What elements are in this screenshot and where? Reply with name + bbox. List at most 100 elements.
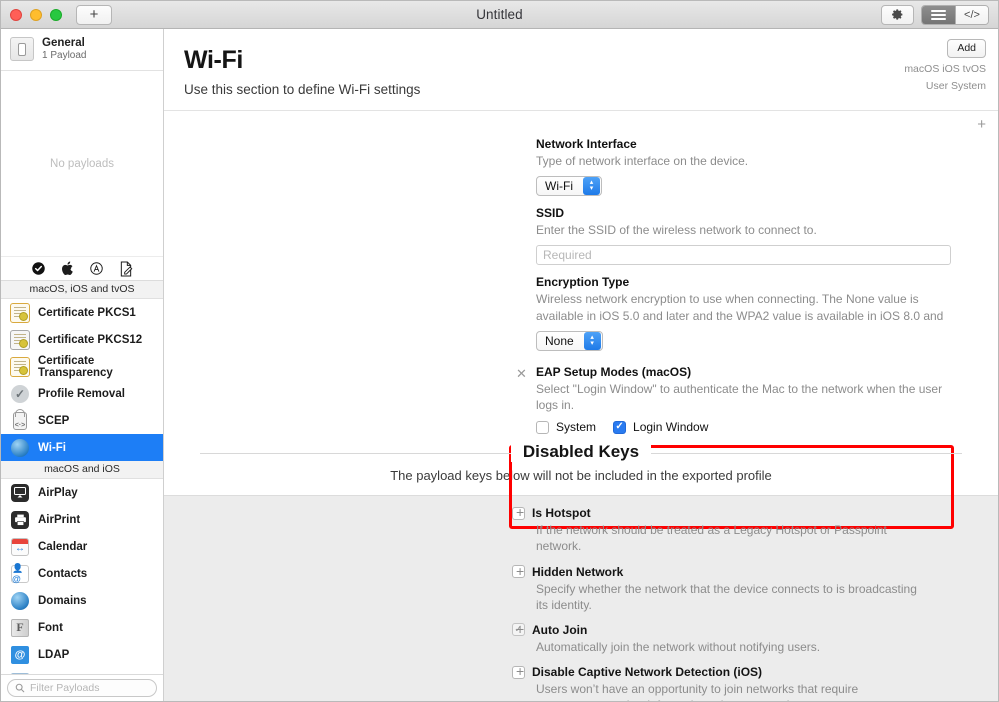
toolbar-right: </> [881, 4, 998, 25]
field-label: Network Interface [536, 137, 637, 151]
general-title: General [42, 37, 85, 49]
sidebar-item-airprint[interactable]: AirPrint [1, 506, 163, 533]
sidebar-item-label: Font [38, 621, 63, 634]
sidebar-item-label: AirPrint [38, 513, 81, 526]
disabled-key-name: Hidden Network [532, 564, 624, 579]
ssid-placeholder: Required [543, 248, 592, 263]
eap-system-checkbox[interactable] [536, 420, 549, 434]
eap-login-window-checkbox[interactable] [613, 420, 627, 434]
window-title: Untitled [476, 7, 523, 22]
sidebar-item-label: Calendar [38, 540, 88, 553]
section-header: Wi-Fi Use this section to define Wi-Fi s… [164, 29, 998, 111]
maximize-window-button[interactable] [50, 8, 62, 21]
network-interface-select[interactable]: Wi-Fi ▴ ▾ [536, 176, 602, 197]
sidebar-item-font[interactable]: F Font [1, 614, 163, 641]
sidebar-item-scep[interactable]: <·> SCEP [1, 407, 163, 434]
airplay-icon [10, 483, 30, 503]
field-description: Select "Login Window" to authenticate th… [536, 381, 943, 412]
sidebar-item-profile-removal[interactable]: ✓ Profile Removal [1, 380, 163, 407]
page-subtitle: Use this section to define Wi-Fi setting… [184, 82, 421, 97]
close-window-button[interactable] [10, 8, 22, 21]
sidebar-item-airplay[interactable]: AirPlay [1, 479, 163, 506]
sidebar-item-general[interactable]: General 1 Payload [1, 29, 163, 71]
disabled-key-row: + Auto Join Automatically join the netwo… [164, 613, 998, 655]
field-ssid: SSID Enter the SSID of the wireless netw… [164, 206, 998, 266]
list-view-icon[interactable] [922, 5, 955, 24]
disabled-key-description: Specify whether the network that the dev… [536, 581, 917, 612]
disabled-key-row: + Hidden Network Specify whether the net… [164, 555, 998, 613]
profile-editor-window: + Untitled </> General 1 Payload No payl… [0, 0, 999, 702]
encryption-type-select[interactable]: None ▴ ▾ [536, 330, 603, 351]
disabled-keys-title: Disabled Keys [510, 442, 652, 463]
sidebar-item-certificate-pkcs1[interactable]: Certificate PKCS1 [1, 299, 163, 326]
eap-login-window-label: Login Window [633, 420, 709, 435]
ldap-at-icon: @ [10, 645, 30, 665]
supported-platforms: macOS iOS tvOS [904, 63, 986, 75]
supported-scopes: User System [925, 80, 986, 92]
add-button[interactable]: Add [947, 39, 986, 58]
sidebar-item-label: Domains [38, 594, 87, 607]
filter-payloads-container: Filter Payloads [1, 674, 163, 701]
select-value: Wi-Fi [545, 179, 573, 194]
sidebar-item-label: Certificate PKCS1 [38, 306, 136, 319]
sidebar-item-certificate-transparency[interactable]: Certificate Transparency [1, 353, 163, 380]
disabled-key-description: Users won’t have an opportunity to join … [536, 682, 859, 701]
field-eap-setup-modes: ✕ EAP Setup Modes (macOS) Select "Login … [164, 365, 998, 434]
sidebar-item-calendar[interactable]: ↔ Calendar [1, 533, 163, 560]
view-mode-segmented-control[interactable]: </> [921, 4, 989, 25]
field-label: Encryption Type [536, 275, 630, 290]
plus-icon[interactable]: + [516, 664, 524, 678]
circled-a-icon[interactable] [89, 261, 105, 277]
sidebar-item-label: LDAP [38, 648, 70, 661]
plus-icon[interactable]: + [516, 505, 524, 519]
disabled-key-name: Disable Captive Network Detection (iOS) [532, 665, 763, 680]
document-edit-icon[interactable] [118, 261, 134, 277]
section-header-right: Add macOS iOS tvOS User System [904, 38, 986, 92]
x-icon[interactable]: ✕ [516, 365, 528, 434]
settings-scroll-area[interactable]: + Network Interface Type of network inte… [164, 111, 998, 701]
eap-system-label: System [556, 420, 597, 435]
window-controls [1, 8, 62, 21]
sidebar-item-certificate-pkcs12[interactable]: Certificate PKCS12 [1, 326, 163, 353]
field-description: Enter the SSID of the wireless network t… [536, 223, 817, 238]
filter-payloads-placeholder: Filter Payloads [30, 682, 100, 694]
ssid-input[interactable]: Required [536, 245, 951, 266]
chevron-updown-icon: ▴ ▾ [582, 177, 600, 196]
minimize-window-button[interactable] [30, 8, 42, 21]
sidebar-item-label: Profile Removal [38, 387, 125, 400]
new-tab-button[interactable]: + [76, 4, 112, 25]
disabled-key-row: + Is Hotspot If the network should be tr… [164, 496, 998, 554]
disabled-key-description: If the network should be treated as a Le… [536, 523, 887, 554]
checkmark-filled-icon[interactable] [31, 261, 47, 277]
plus-icon[interactable]: + [516, 564, 524, 578]
payload-list: Certificate PKCS1 Certificate PKCS12 Cer… [1, 299, 163, 674]
disabled-keys-subtitle: The payload keys below will not be inclu… [390, 468, 772, 484]
plus-icon[interactable]: + [516, 622, 524, 636]
apple-logo-icon[interactable] [60, 261, 76, 277]
plus-icon[interactable]: + [977, 117, 986, 132]
platform-filter-bar [1, 256, 163, 282]
sidebar-item-wi-fi[interactable]: Wi-Fi [1, 434, 163, 462]
printer-icon [10, 510, 30, 530]
field-encryption-type: Encryption Type Wireless network encrypt… [164, 275, 998, 351]
sidebar-item-ldap[interactable]: @ LDAP [1, 641, 163, 668]
disabled-key-row: + Disable Captive Network Detection (iOS… [164, 655, 998, 701]
select-value: None [545, 333, 574, 348]
chevron-updown-icon: ▴ ▾ [583, 331, 601, 350]
sidebar-item-label: AirPlay [38, 486, 78, 499]
gear-icon[interactable] [881, 4, 914, 25]
certificate-icon [10, 356, 30, 377]
sidebar-group-header-2: macOS and iOS [1, 461, 163, 480]
seal-checkmark-icon: ✓ [10, 384, 30, 404]
disabled-key-description: Automatically join the network without n… [536, 639, 821, 654]
sidebar-item-domains[interactable]: Domains [1, 587, 163, 614]
globe-icon [10, 438, 30, 458]
code-view-icon[interactable]: </> [955, 5, 988, 24]
field-description: Wireless network encryption to use when … [536, 292, 944, 323]
no-payloads-label: No payloads [50, 157, 114, 170]
filter-payloads-input[interactable]: Filter Payloads [7, 679, 157, 697]
calendar-icon: ↔ [10, 537, 30, 557]
field-label: EAP Setup Modes (macOS) [536, 364, 692, 379]
disabled-keys-list: + Is Hotspot If the network should be tr… [164, 495, 998, 701]
sidebar-item-contacts[interactable]: 👤@ Contacts [1, 560, 163, 587]
